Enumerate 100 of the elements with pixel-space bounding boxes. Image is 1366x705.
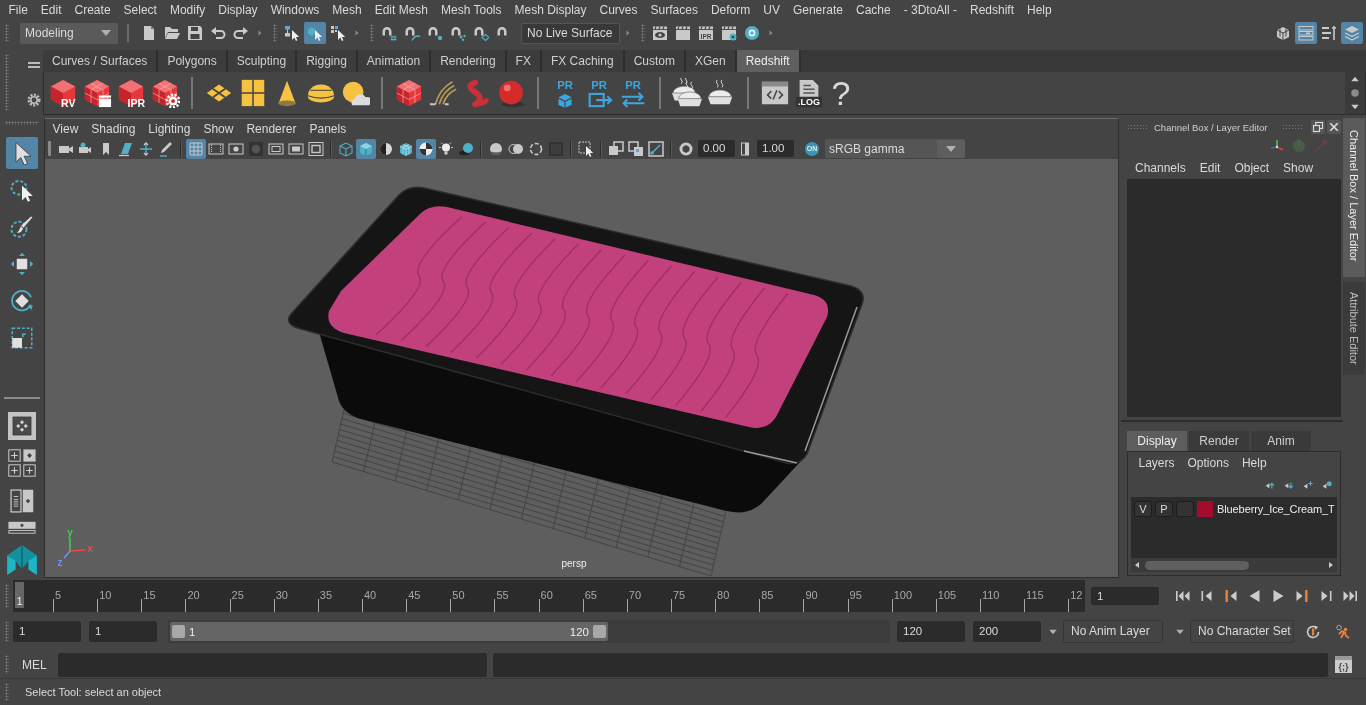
select-box-icon[interactable]	[576, 138, 596, 159]
script-editor-button[interactable]: {;}	[1335, 656, 1352, 673]
scroll-right-icon[interactable]	[1327, 560, 1335, 570]
playback-start-field[interactable]: 1	[89, 621, 157, 642]
exposure-field[interactable]: 0.00	[698, 140, 735, 157]
close-icon[interactable]	[1327, 120, 1341, 134]
anim-layer-dropdown[interactable]: No Anim Layer	[1063, 620, 1163, 643]
drag-handle[interactable]	[5, 621, 9, 642]
command-input[interactable]	[58, 652, 487, 677]
plus-pane-icon[interactable]	[8, 449, 21, 462]
menu-item[interactable]: Mesh Display	[508, 0, 594, 20]
start-time-field[interactable]: 1	[13, 621, 81, 642]
scroll-dot-icon[interactable]	[1348, 86, 1362, 100]
menu-item[interactable]: Deform	[704, 0, 757, 20]
menu-item[interactable]: Renderer	[239, 118, 303, 139]
playback-end-field[interactable]: 120	[897, 621, 965, 642]
shelf-tab[interactable]: XGen	[685, 50, 737, 72]
shelf-tab[interactable]: Custom	[624, 50, 686, 72]
menu-item[interactable]: Modify	[163, 0, 212, 20]
menu-item[interactable]: Create	[68, 0, 118, 20]
range-slider[interactable]: 1 120	[168, 620, 890, 643]
layer-add-icon[interactable]	[1303, 479, 1313, 490]
layer-tab[interactable]: Render	[1189, 431, 1249, 451]
horizontal-scrollbar[interactable]	[1131, 558, 1337, 572]
single-pane-icon[interactable]	[8, 412, 36, 440]
menu-item[interactable]: Help	[1020, 0, 1059, 20]
menu-item[interactable]: Windows	[264, 0, 326, 20]
menu-item[interactable]: Panels	[302, 118, 353, 139]
outliner-pane-icon[interactable]	[8, 487, 36, 515]
playback-toggle[interactable]: P	[1155, 501, 1173, 517]
drag-handle[interactable]	[5, 54, 9, 111]
menu-item[interactable]: Edit	[34, 0, 69, 20]
menu-item[interactable]: Surfaces	[644, 0, 705, 20]
attribute-list-icon[interactable]	[1295, 22, 1317, 44]
menu-item[interactable]: Cache	[849, 0, 898, 20]
layer-color-swatch[interactable]	[1197, 501, 1213, 517]
drag-handle[interactable]	[48, 141, 51, 156]
drag-handle[interactable]	[5, 683, 9, 701]
menu-item[interactable]: Channels	[1128, 157, 1193, 178]
drag-handle[interactable]	[5, 24, 9, 42]
menu-item[interactable]: Mesh Tools	[434, 0, 508, 20]
current-frame-marker[interactable]: 1	[15, 582, 24, 608]
scroll-left-icon[interactable]	[1133, 560, 1141, 570]
live-surface-button[interactable]: No Live Surface	[521, 22, 620, 44]
shelf-tab[interactable]: FX Caching	[541, 50, 625, 72]
drag-handle[interactable]	[5, 584, 9, 608]
layer-tab[interactable]: Anim	[1251, 431, 1311, 451]
caret-icon[interactable]	[937, 139, 965, 158]
menu-item[interactable]: File	[2, 0, 35, 20]
drag-handle[interactable]	[641, 24, 645, 42]
float-window-icon[interactable]	[1311, 120, 1325, 134]
drag-handle[interactable]	[370, 24, 374, 42]
object-cursor-icon[interactable]	[304, 22, 326, 44]
square-component-icon[interactable]	[626, 138, 646, 159]
shelf-tab[interactable]: Redshift	[736, 50, 801, 72]
menu-item[interactable]: UV	[756, 0, 787, 20]
menu-item[interactable]: Lighting	[141, 118, 197, 139]
shelf-tab[interactable]: Rigging	[297, 50, 358, 72]
side-tab[interactable]: Channel Box / Layer Editor	[1343, 118, 1365, 278]
gamma-field[interactable]: 1.00	[757, 140, 794, 157]
menu-item[interactable]: Layers	[1132, 453, 1182, 473]
logo-icon[interactable]	[5, 542, 39, 578]
shelf-tab[interactable]: Animation	[357, 50, 432, 72]
menu-item[interactable]: Mesh	[325, 0, 369, 20]
menu-item[interactable]: Options	[1181, 453, 1236, 473]
scrollbar-thumb[interactable]	[1145, 560, 1249, 570]
menu-item[interactable]: Object	[1227, 157, 1277, 178]
menu-item[interactable]: Shading	[84, 118, 142, 139]
current-frame-field[interactable]: 1	[1091, 587, 1159, 605]
menu-item[interactable]: Generate	[786, 0, 850, 20]
shelf-tab[interactable]: Rendering	[431, 50, 507, 72]
shaded-cube-icon[interactable]	[356, 138, 376, 159]
menu-item[interactable]: Edit Mesh	[368, 0, 435, 20]
menu-item[interactable]: Help	[1235, 453, 1274, 473]
end-time-field[interactable]: 200	[973, 621, 1041, 642]
menu-item[interactable]: Edit	[1192, 157, 1228, 178]
layer-tab[interactable]: Display	[1127, 431, 1187, 451]
square-joint-icon[interactable]	[646, 138, 666, 159]
drag-handle[interactable]	[273, 24, 277, 42]
diamond-pane-icon[interactable]	[23, 449, 36, 462]
shelf-tab[interactable]: Polygons	[158, 50, 228, 72]
menu-item[interactable]: Show	[1276, 157, 1321, 178]
arrow-cursor-icon[interactable]	[6, 137, 38, 169]
menu-item[interactable]: Select	[117, 0, 164, 20]
layers-icon[interactable]	[1341, 22, 1363, 44]
mode-dropdown[interactable]: Modeling	[20, 22, 118, 44]
drag-handle[interactable]	[5, 121, 39, 125]
menu-item[interactable]: Curves	[593, 0, 645, 20]
menu-item[interactable]: - 3DtoAll -	[897, 0, 964, 20]
menu-item[interactable]: View	[46, 118, 85, 139]
layer-name[interactable]: Blueberry_Ice_Cream_T	[1217, 503, 1335, 515]
layer-sphere-icon[interactable]	[1322, 479, 1332, 490]
view-transform-dropdown[interactable]: sRGB gamma	[825, 139, 965, 158]
plus-pane-icon[interactable]	[23, 464, 36, 477]
menu-item[interactable]: Show	[196, 118, 240, 139]
drag-handle[interactable]	[5, 655, 9, 674]
shelf-tab[interactable]: Curves / Surfaces	[43, 50, 159, 72]
shelf-tab[interactable]: Sculpting	[227, 50, 298, 72]
plus-pane-icon[interactable]	[8, 464, 21, 477]
character-set-dropdown[interactable]: No Character Set	[1190, 620, 1294, 643]
